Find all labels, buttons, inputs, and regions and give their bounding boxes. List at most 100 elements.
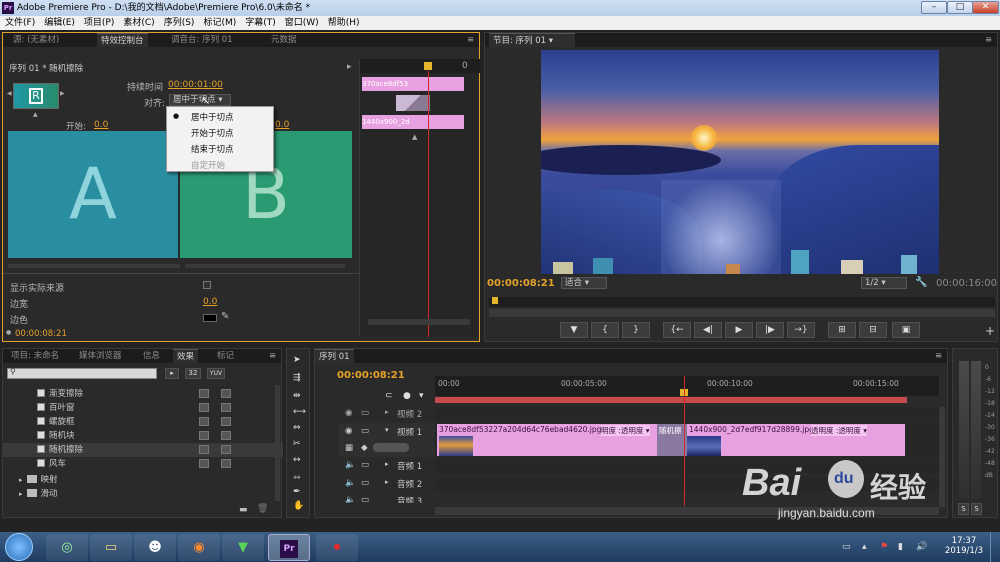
mark-out-button[interactable]: } bbox=[622, 322, 650, 338]
thumb-up-arrow-icon[interactable]: ▲ bbox=[33, 111, 38, 118]
timeline-vertical-scrollbar[interactable] bbox=[939, 407, 945, 507]
border-color-swatch[interactable] bbox=[203, 314, 217, 322]
timeline-ruler[interactable]: 00:00 00:00:05:00 00:00:10:00 00:00:15:0… bbox=[435, 376, 939, 396]
minimize-button[interactable]: – bbox=[921, 1, 947, 14]
tray-clock[interactable]: 17:37 2019/1/3 bbox=[944, 536, 984, 556]
slide-tool-icon[interactable]: ⇿ bbox=[293, 473, 301, 483]
timeline-timecode[interactable]: 00:00:08:21 bbox=[337, 370, 405, 381]
add-marker-button[interactable]: ▼ bbox=[560, 322, 588, 338]
taskbar-record-icon[interactable]: ⏺ bbox=[316, 534, 358, 561]
tray-arrow-icon[interactable]: ▴ bbox=[862, 542, 867, 552]
program-scrubber[interactable] bbox=[489, 297, 995, 307]
new-bin-icon[interactable]: ▬ bbox=[239, 505, 248, 515]
rate-stretch-tool-icon[interactable]: ⇔ bbox=[293, 423, 301, 433]
taskbar-premiere-icon[interactable]: Pr bbox=[268, 534, 310, 561]
lock-icon[interactable]: ▭ bbox=[361, 495, 369, 503]
work-area-bar[interactable] bbox=[435, 397, 907, 403]
lift-button[interactable]: ⊞ bbox=[828, 322, 856, 338]
taskbar-browser-icon[interactable]: ◎ bbox=[46, 534, 88, 561]
add-button-icon[interactable]: + bbox=[985, 324, 995, 338]
track-select-tool-icon[interactable]: ⇶ bbox=[293, 373, 301, 383]
show-desktop-button[interactable] bbox=[990, 532, 1000, 562]
option-center-at-cut[interactable]: 居中于切点 bbox=[191, 111, 234, 123]
timeline-clip-2[interactable]: 1440x900_2d7edf917d28899.jpg 透明度 :透明度 ▾ bbox=[687, 424, 905, 456]
list-item[interactable]: 随机块 bbox=[3, 429, 283, 443]
step-forward-button[interactable]: |▶ bbox=[756, 322, 784, 338]
thumb-right-arrow-icon[interactable]: ▶ bbox=[60, 90, 65, 97]
expand-arrow-icon[interactable]: ▸ bbox=[385, 460, 389, 468]
delete-icon[interactable]: 🗑 bbox=[257, 504, 268, 514]
tab-program[interactable]: 节目: 序列 01 ▾ bbox=[489, 33, 575, 47]
transition-clip[interactable]: 随机擦 bbox=[657, 424, 687, 456]
display-style-icon[interactable]: ▦ bbox=[345, 443, 353, 453]
effects-scrollbar[interactable] bbox=[275, 385, 280, 501]
speaker-icon[interactable]: 🔈 bbox=[345, 495, 356, 503]
mini-playhead-handle[interactable] bbox=[424, 62, 432, 70]
list-item[interactable]: 渐变擦除 bbox=[3, 387, 283, 401]
step-back-button[interactable]: ◀| bbox=[694, 322, 722, 338]
program-zoom-bar[interactable] bbox=[489, 309, 995, 317]
snap-icon[interactable]: ⊂ bbox=[385, 391, 393, 401]
track-video-2-lane[interactable] bbox=[435, 407, 939, 421]
lock-icon[interactable]: ▭ bbox=[361, 408, 369, 418]
option-end-at-cut[interactable]: 结束于切点 bbox=[191, 143, 234, 155]
lock-icon[interactable]: ▭ bbox=[361, 460, 369, 470]
settings-wrench-icon[interactable]: 🔧 bbox=[915, 277, 927, 288]
clip-1-fx-dropdown[interactable]: 明度 :透明度 ▾ bbox=[601, 425, 650, 436]
clip-a-scrollbar[interactable] bbox=[8, 264, 180, 268]
resolution-dropdown[interactable]: 1/2 ▾ bbox=[861, 277, 907, 289]
start-button[interactable] bbox=[5, 533, 33, 561]
taskbar-qq-icon[interactable]: ☻ bbox=[134, 534, 176, 561]
program-timecode[interactable]: 00:00:08:21 bbox=[487, 278, 555, 289]
tab-media-browser[interactable]: 媒体浏览器 bbox=[75, 349, 126, 363]
expand-arrow-icon[interactable]: ▸ bbox=[385, 408, 389, 416]
mark-in-button[interactable]: { bbox=[591, 322, 619, 338]
mini-clip-a[interactable]: 370ace8df53 bbox=[362, 77, 464, 91]
panel-menu-icon[interactable]: ≡ bbox=[467, 33, 474, 47]
menu-clip[interactable]: 素材(C) bbox=[123, 18, 154, 28]
eye-icon[interactable]: ◉ bbox=[345, 408, 352, 418]
keyframe-nav[interactable] bbox=[373, 443, 409, 452]
expand-arrow-icon[interactable]: ▸ bbox=[19, 490, 23, 498]
mini-transition-block[interactable] bbox=[396, 95, 430, 111]
list-item[interactable]: 风车 bbox=[3, 457, 283, 471]
marker-tool-icon[interactable]: ● bbox=[403, 391, 411, 401]
clip-2-fx-dropdown[interactable]: 透明度 :透明度 ▾ bbox=[811, 425, 868, 436]
eyedropper-icon[interactable]: ✎ bbox=[221, 311, 229, 322]
solo-right-button[interactable]: S bbox=[971, 503, 982, 515]
speaker-icon[interactable]: 🔈 bbox=[345, 478, 356, 488]
effects-menu-icon[interactable]: ≡ bbox=[269, 349, 276, 363]
collapse-arrow-icon[interactable]: ▸ bbox=[347, 62, 352, 72]
menu-title[interactable]: 字幕(T) bbox=[245, 18, 276, 28]
track-audio-1-lane[interactable] bbox=[435, 459, 939, 473]
ripple-edit-tool-icon[interactable]: ⇹ bbox=[293, 391, 301, 401]
align-dropdown[interactable]: 居中于切点 ▾ bbox=[169, 94, 231, 106]
timeline-clip-1[interactable]: 370ace8df53227a204d64c76ebad4620.jpg 明度 … bbox=[437, 424, 673, 456]
thumb-left-arrow-icon[interactable]: ◀ bbox=[7, 90, 12, 97]
collapse-arrow-icon[interactable]: ▾ bbox=[385, 426, 389, 434]
clip-b-scrollbar[interactable] bbox=[185, 264, 345, 268]
yuv-badge[interactable]: YUV bbox=[207, 368, 225, 379]
menu-window[interactable]: 窗口(W) bbox=[285, 18, 319, 28]
tray-flag-icon[interactable]: ⚑ bbox=[880, 542, 888, 552]
export-frame-button[interactable]: ▣ bbox=[892, 322, 920, 338]
keyframe-icon[interactable]: ◆ bbox=[361, 443, 368, 453]
folder-item[interactable]: ▸ 滑动 bbox=[3, 487, 283, 501]
effects-search-input[interactable]: ⚲ bbox=[7, 367, 157, 379]
tab-markers[interactable]: 标记 bbox=[213, 349, 238, 363]
taskbar-explorer-icon[interactable]: ▭ bbox=[90, 534, 132, 561]
add-marker-icon[interactable]: ▾ bbox=[419, 391, 424, 401]
list-item[interactable]: 百叶窗 bbox=[3, 401, 283, 415]
slip-tool-icon[interactable]: ↔ bbox=[293, 455, 301, 465]
menu-file[interactable]: 文件(F) bbox=[5, 18, 35, 28]
tab-info[interactable]: 信息 bbox=[139, 349, 164, 363]
tray-volume-icon[interactable]: 🔊 bbox=[916, 542, 927, 552]
menu-help[interactable]: 帮助(H) bbox=[328, 18, 360, 28]
go-to-out-button[interactable]: →} bbox=[787, 322, 815, 338]
close-button[interactable]: ✕ bbox=[972, 1, 999, 14]
tray-keyboard-icon[interactable]: ▭ bbox=[842, 542, 851, 552]
rolling-edit-tool-icon[interactable]: ⟷ bbox=[293, 407, 306, 417]
program-menu-icon[interactable]: ≡ bbox=[985, 33, 992, 47]
extract-button[interactable]: ⊟ bbox=[859, 322, 887, 338]
timeline-menu-icon[interactable]: ≡ bbox=[935, 349, 942, 363]
